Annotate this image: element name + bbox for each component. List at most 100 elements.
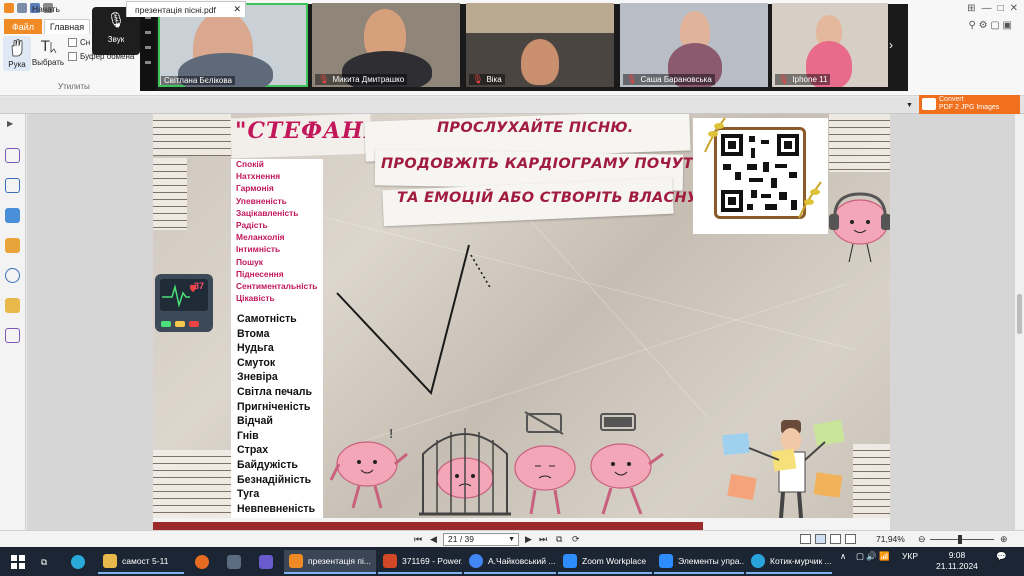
zoom-out-icon[interactable]: ⊖ — [918, 534, 926, 545]
taskbar-item-powerpoint[interactable]: 371169 - Power... — [378, 550, 462, 574]
calculator-button[interactable] — [222, 550, 250, 574]
list-item: Страх — [237, 444, 269, 457]
firefox-button[interactable] — [190, 550, 218, 574]
last-page-icon[interactable]: ⏭ — [539, 534, 547, 545]
cardiogram-drawing[interactable] — [333, 239, 503, 399]
list-item: Зневіра — [237, 371, 278, 384]
list-item: Зацікавленість — [236, 207, 299, 218]
list-item: Світла печаль — [237, 385, 313, 398]
taskbar-item-explorer[interactable]: самост 5-11 — [98, 550, 184, 574]
participant-name: Світлана Бєлікова — [161, 76, 235, 85]
participant-tile[interactable]: 🎙 Саша Барановська — [620, 3, 768, 87]
notifications-icon[interactable]: 💬 — [996, 551, 1007, 562]
tab-document[interactable]: презентація пісні.pdf ✕ — [126, 1, 246, 17]
input-language[interactable]: УКР — [902, 551, 918, 561]
lock-icon[interactable] — [5, 298, 20, 313]
system-clock[interactable]: 9:08 21.11.2024 — [936, 550, 978, 572]
pages-icon[interactable] — [5, 178, 20, 193]
tray-icons[interactable]: ▢ 🔊 📶 — [856, 551, 890, 562]
participant-tile[interactable]: 🎙 Iphone 11 — [772, 3, 888, 87]
taskbar-item-telegram[interactable]: Котик-мурчик ... — [746, 550, 832, 574]
select-tool-button[interactable]: T Выбрать — [31, 36, 65, 67]
instruction-line: ПРОСЛУХАЙТЕ ПІСНЮ. — [437, 120, 634, 136]
hand-tool-label: Рука — [8, 60, 26, 69]
zoom-in-icon[interactable]: ⊕ — [1000, 534, 1008, 545]
monitor-button — [189, 321, 199, 327]
snapshot-label: Сн — [80, 38, 91, 47]
list-item: Смуток — [237, 356, 276, 369]
list-item: Гармонія — [236, 183, 274, 194]
task-view-button[interactable]: ⧉ — [36, 550, 60, 574]
attachment-icon[interactable] — [5, 268, 20, 283]
close-icon[interactable]: ✕ — [1010, 3, 1018, 14]
edge-button[interactable] — [66, 550, 92, 574]
taskbar-item-zoom[interactable]: Zoom Workplace — [558, 550, 652, 574]
list-item: Натхнення — [236, 171, 281, 182]
mic-muted-icon: 🎙 — [318, 74, 330, 84]
snapshot-button[interactable]: Сн — [68, 38, 90, 47]
page-navigation-bar: ⏮ ◀ 21 / 39 ▼ ▶ ⏭ ⧉ ⟳ 71,94% ⊖ ⊕ — [0, 530, 1024, 547]
taskbar-item-pdf-viewer[interactable]: презентація пі... — [284, 550, 376, 574]
list-item: Пригніченість — [237, 400, 311, 413]
participant-tile[interactable]: 🎙 Віка — [466, 3, 614, 87]
hand-tool-button[interactable]: Рука — [3, 36, 31, 71]
tab-home[interactable]: Главная — [44, 19, 90, 34]
zoom-slider[interactable] — [930, 535, 994, 544]
windows-logo-icon — [11, 555, 25, 569]
zoom-level[interactable]: 71,94% — [876, 534, 905, 544]
participant-name: 🎙 Саша Барановська — [623, 74, 715, 85]
zoom-slider-knob[interactable] — [958, 535, 962, 544]
tab-document-label: презентація пісні.pdf — [135, 4, 216, 15]
rotate-icon[interactable]: ⟳ — [572, 534, 580, 545]
previous-page-icon[interactable]: ◀ — [430, 534, 437, 545]
chevron-right-icon[interactable]: ▶ — [7, 119, 13, 128]
two-page-continuous-icon[interactable] — [845, 534, 856, 544]
man-with-emotion-cards-illustration — [722, 419, 845, 518]
layers-icon[interactable] — [5, 208, 20, 223]
signature-icon[interactable] — [5, 328, 20, 343]
vertical-scrollbar[interactable] — [1015, 114, 1024, 530]
sheet-music-decoration — [153, 114, 231, 156]
monitor-button — [175, 321, 185, 327]
convert-pdf-button[interactable]: Convert PDF 2 JPG Images — [919, 95, 1020, 114]
single-page-view-icon[interactable] — [800, 534, 811, 544]
left-sidebar: ▶ — [0, 114, 26, 530]
tab-start[interactable]: Начать — [24, 1, 120, 17]
scrollbar-thumb[interactable] — [1017, 294, 1022, 334]
chevron-up-icon[interactable]: ∧ — [840, 551, 846, 562]
chevron-down-icon[interactable]: ▼ — [508, 534, 515, 545]
search-icon[interactable]: ⚲ ⚙ ▢ ▣ — [968, 20, 1012, 31]
participant-tile[interactable]: 🎙 Микита Дмитрашко — [312, 3, 460, 87]
grid-icon[interactable]: ⊞ — [967, 3, 975, 14]
chevron-right-icon[interactable]: › — [889, 38, 893, 52]
page-indicator: 21 / 39 — [448, 534, 474, 544]
camera-icon — [68, 38, 77, 47]
list-item: Відчай — [237, 415, 273, 428]
close-icon[interactable]: ✕ — [233, 4, 241, 15]
start-button[interactable] — [6, 550, 32, 574]
taskbar-item-zoom-controls[interactable]: Элементы упра... — [654, 550, 744, 574]
zoom-strip-handle[interactable] — [140, 4, 156, 91]
store-button[interactable] — [254, 550, 280, 574]
continuous-view-icon[interactable] — [815, 534, 826, 544]
fit-page-icon[interactable]: ⧉ — [556, 534, 562, 545]
bookmark-icon[interactable] — [5, 148, 20, 163]
document-tab-bar — [0, 97, 1024, 114]
list-item: Пошук — [236, 256, 263, 267]
first-page-icon[interactable]: ⏮ — [414, 534, 422, 545]
monitor-button — [161, 321, 171, 327]
taskbar-item-chrome[interactable]: А.Чайковський ... — [464, 550, 556, 574]
tab-file[interactable]: Файл — [4, 19, 42, 34]
list-item: Самотність — [237, 313, 297, 325]
minimize-icon[interactable]: — — [982, 3, 992, 14]
next-page-icon[interactable]: ▶ — [525, 534, 532, 545]
list-item: Радість — [236, 220, 268, 231]
comments-icon[interactable] — [5, 238, 20, 253]
list-item: Байдужість — [237, 458, 298, 471]
two-page-view-icon[interactable] — [830, 534, 841, 544]
energetic-brain-illustration — [590, 413, 664, 515]
maximize-icon[interactable]: □ — [998, 3, 1004, 14]
page-number-input[interactable]: 21 / 39 ▼ — [443, 533, 519, 546]
mic-muted-icon: 🎙 — [472, 74, 484, 84]
chevron-down-icon[interactable]: ▼ — [906, 102, 913, 109]
